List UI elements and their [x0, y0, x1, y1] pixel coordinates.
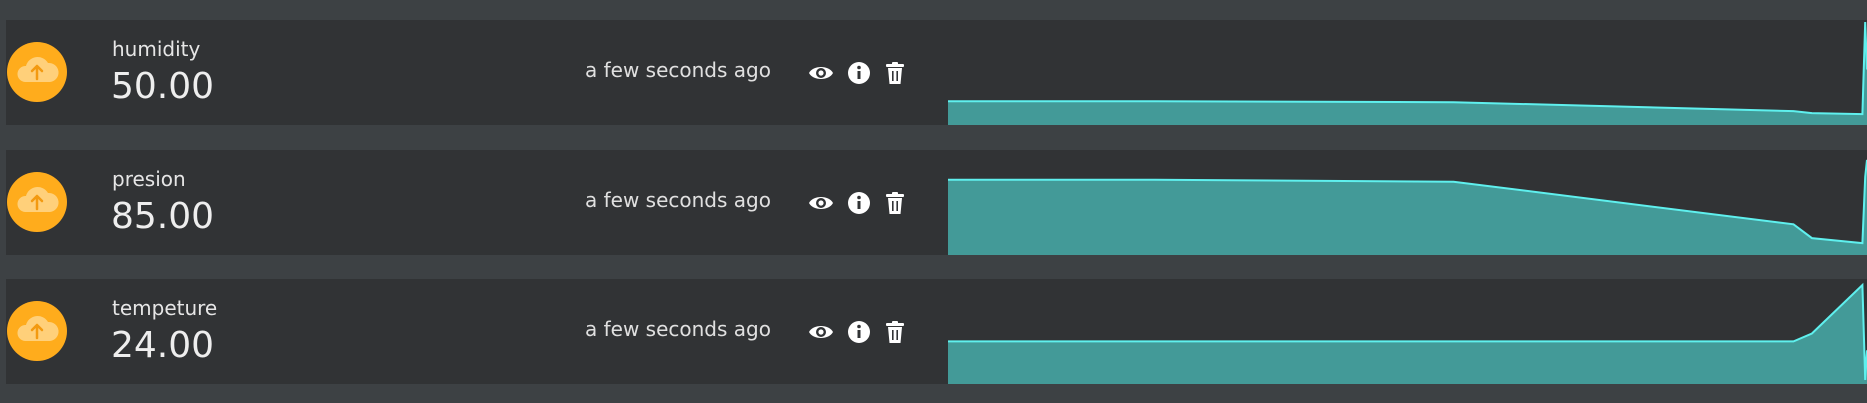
last-updated-time: a few seconds ago — [585, 58, 771, 82]
sparkline-chart — [948, 282, 1867, 384]
sparkline-chart — [948, 159, 1867, 255]
eye-icon[interactable] — [808, 319, 834, 345]
trash-icon[interactable] — [882, 319, 908, 345]
sparkline-line — [948, 21, 1867, 116]
last-updated-time: a few seconds ago — [585, 188, 771, 212]
variable-value: 85.00 — [111, 196, 215, 237]
cloud-upload-icon — [7, 172, 67, 232]
variable-value: 24.00 — [111, 325, 215, 366]
variable-list: humidity 50.00 a few seconds ago presion… — [0, 0, 1867, 403]
variable-row[interactable]: presion 85.00 a few seconds ago — [6, 150, 1867, 255]
eye-icon[interactable] — [808, 60, 834, 86]
cloud-upload-icon — [7, 301, 67, 361]
info-icon[interactable] — [846, 319, 872, 345]
variable-name: humidity — [112, 37, 201, 61]
variable-name: tempeture — [112, 296, 218, 320]
info-icon[interactable] — [846, 60, 872, 86]
sparkline-area — [948, 285, 1867, 384]
last-updated-time: a few seconds ago — [585, 317, 771, 341]
sparkline-chart — [948, 21, 1867, 125]
info-icon[interactable] — [846, 190, 872, 216]
variable-value: 50.00 — [111, 66, 215, 107]
eye-icon[interactable] — [808, 190, 834, 216]
trash-icon[interactable] — [882, 60, 908, 86]
variable-name: presion — [112, 167, 186, 191]
cloud-upload-icon — [7, 42, 67, 102]
variable-row[interactable]: humidity 50.00 a few seconds ago — [6, 20, 1867, 125]
variable-row[interactable]: tempeture 24.00 a few seconds ago — [6, 279, 1867, 384]
sparkline-area — [948, 159, 1867, 255]
trash-icon[interactable] — [882, 190, 908, 216]
